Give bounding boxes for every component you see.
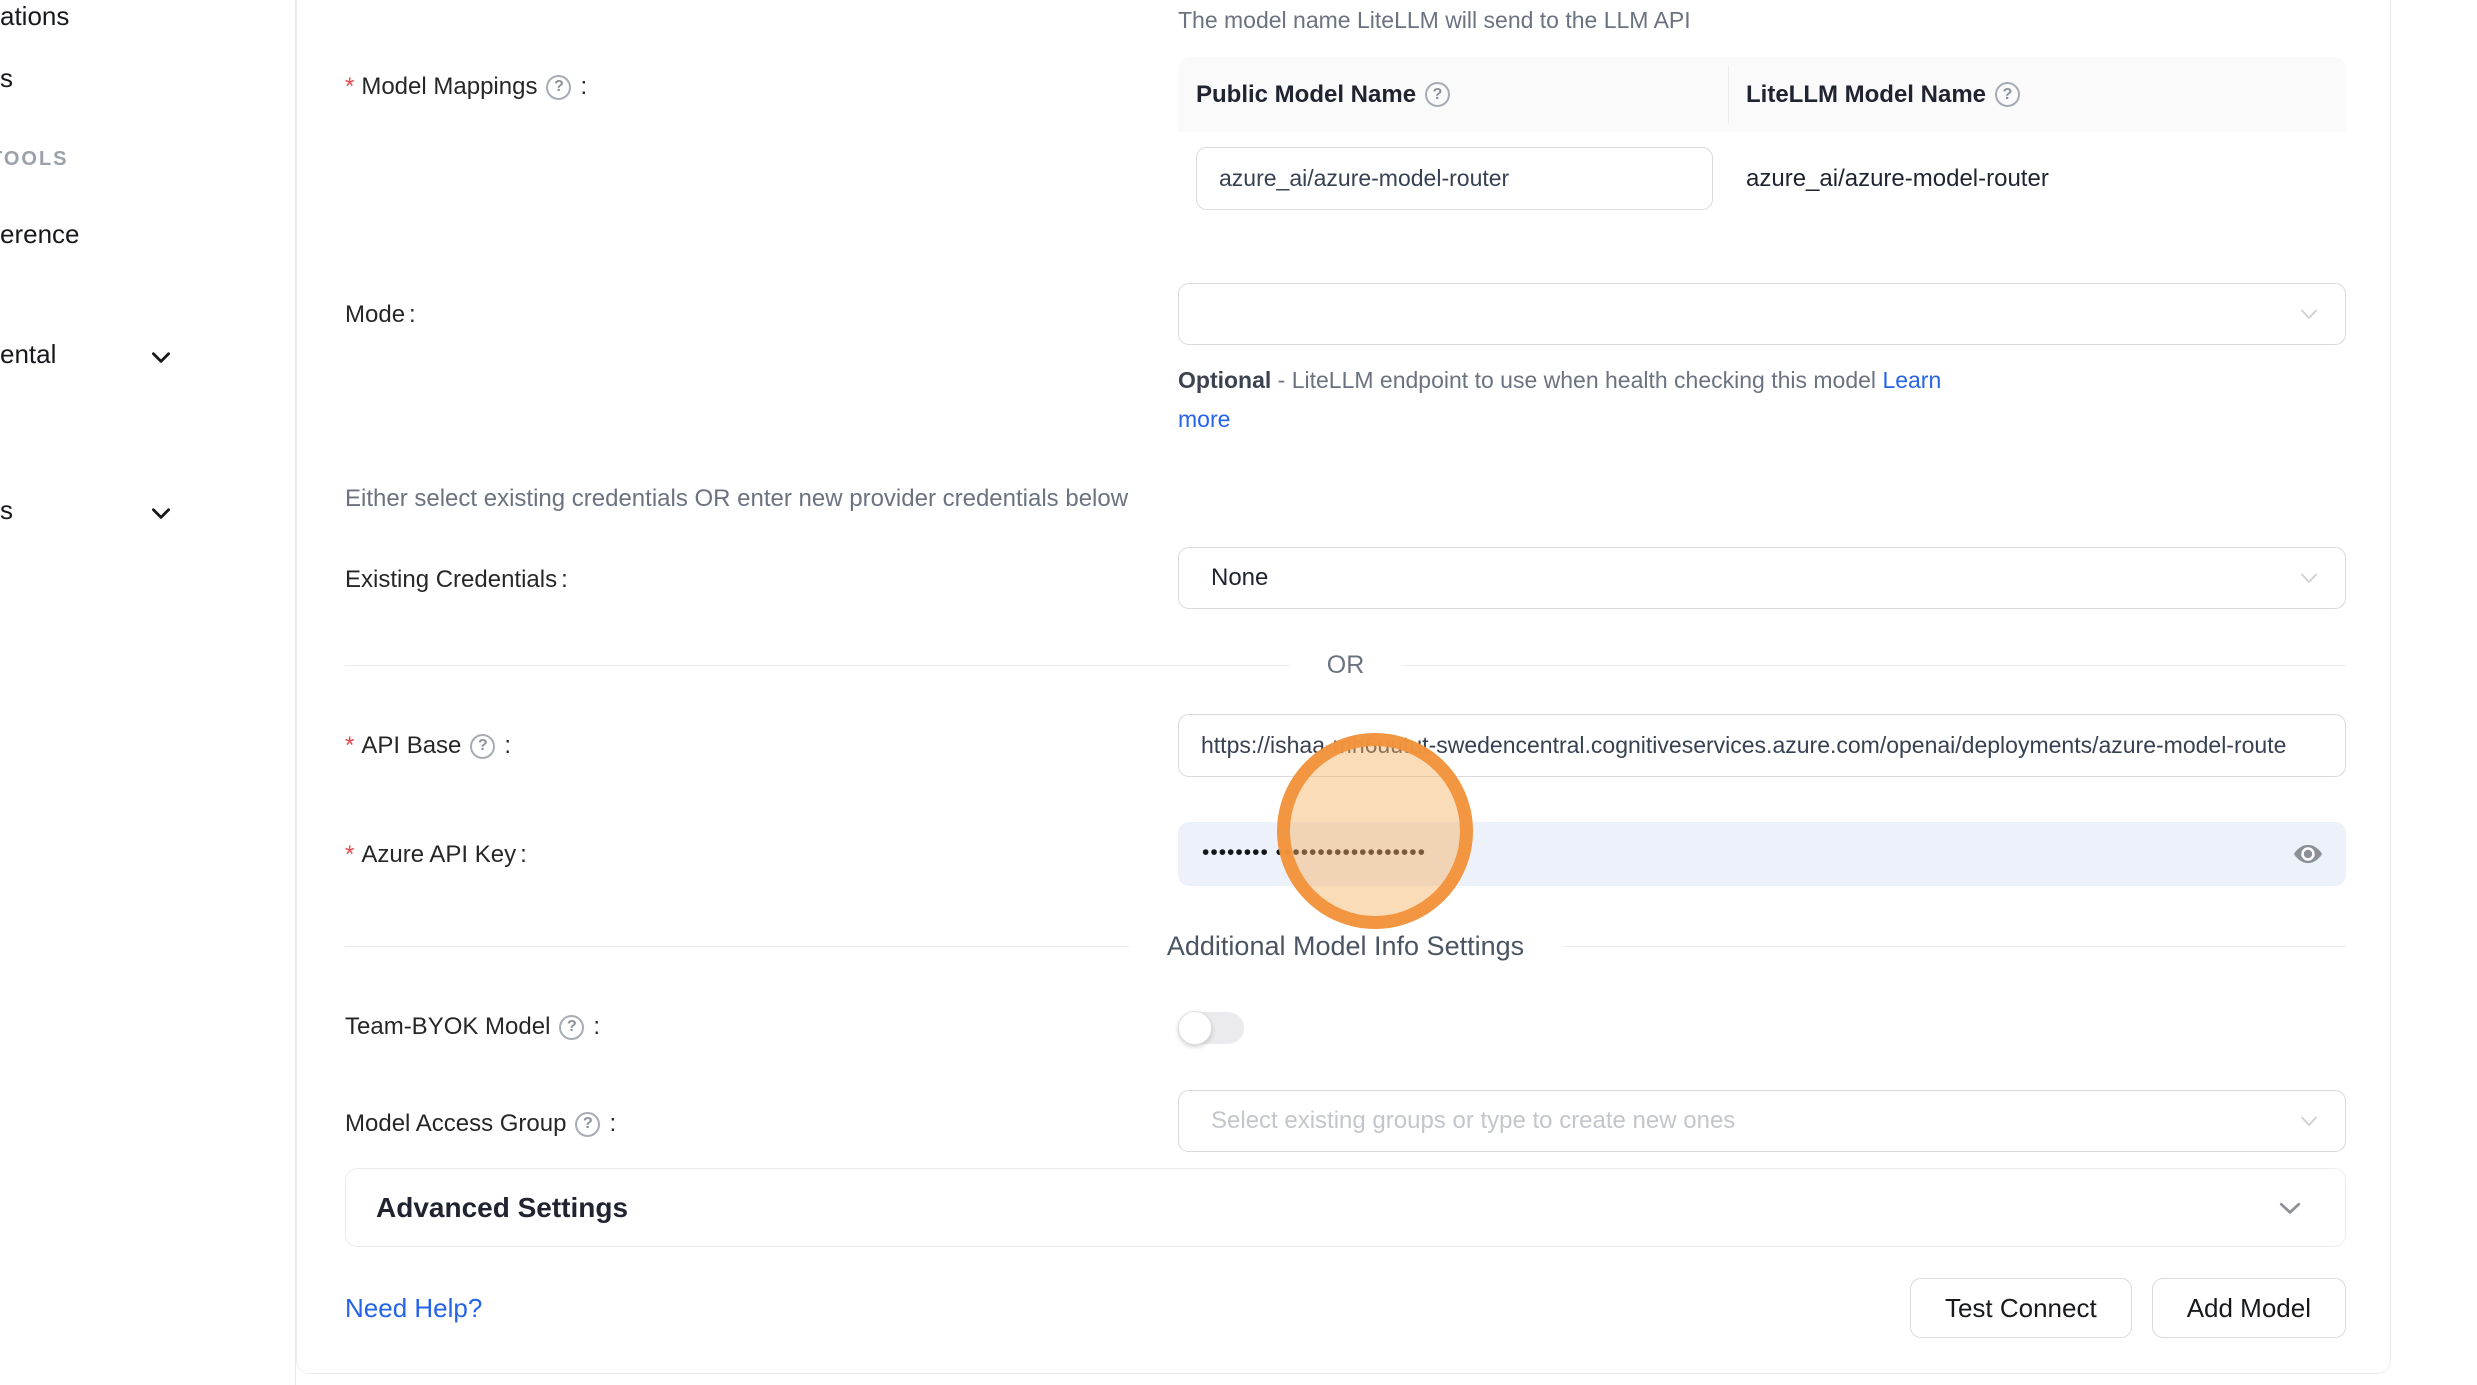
- column-header-litellm-model-name: LiteLLM Model Name ?: [1728, 81, 2346, 109]
- table-row: azure_ai/azure-model-router: [1178, 132, 2346, 228]
- model-mappings-table-header: Public Model Name ? LiteLLM Model Name ?: [1178, 57, 2346, 132]
- team-byok-toggle[interactable]: [1178, 1012, 1244, 1044]
- mode-helper-text: Optional - LiteLLM endpoint to use when …: [1178, 361, 1993, 439]
- required-mark: *: [345, 730, 354, 762]
- chevron-down-icon: [2297, 566, 2321, 590]
- chevron-down-icon: [148, 500, 174, 526]
- api-base-input[interactable]: [1178, 714, 2346, 777]
- help-icon[interactable]: ?: [559, 1015, 584, 1040]
- additional-settings-divider: Additional Model Info Settings: [345, 931, 2346, 961]
- sidebar-item-s2[interactable]: s: [0, 494, 13, 526]
- add-model-form-card: The model name LiteLLM will send to the …: [296, 0, 2391, 1374]
- model-access-group-label: Model Access Group ? :: [345, 1108, 616, 1140]
- required-mark: *: [345, 839, 354, 871]
- help-icon[interactable]: ?: [575, 1112, 600, 1137]
- test-connect-button[interactable]: Test Connect: [1910, 1278, 2132, 1338]
- api-base-label: * API Base ? :: [345, 730, 511, 762]
- mode-label: Mode :: [345, 299, 416, 331]
- litellm-model-name-value: azure_ai/azure-model-router: [1728, 165, 2346, 193]
- add-model-button[interactable]: Add Model: [2152, 1278, 2346, 1338]
- sidebar-section-tools: TOOLS: [0, 146, 69, 172]
- sidebar-item-s1[interactable]: s: [0, 62, 13, 94]
- chevron-down-icon: [2275, 1193, 2305, 1223]
- credentials-note: Either select existing credentials OR en…: [345, 484, 1128, 514]
- additional-settings-divider-text: Additional Model Info Settings: [1129, 931, 1562, 962]
- help-icon[interactable]: ?: [546, 75, 571, 100]
- model-mappings-table: Public Model Name ? LiteLLM Model Name ?: [1178, 57, 2346, 228]
- toggle-knob: [1178, 1011, 1212, 1045]
- help-icon[interactable]: ?: [1995, 82, 2020, 107]
- mode-select[interactable]: [1178, 283, 2346, 345]
- required-mark: *: [345, 71, 354, 103]
- chevron-down-icon: [2297, 1109, 2321, 1133]
- existing-credentials-label: Existing Credentials :: [345, 564, 568, 596]
- model-access-group-select[interactable]: Select existing groups or type to create…: [1178, 1090, 2346, 1152]
- sidebar-item-ental[interactable]: ental: [0, 338, 56, 370]
- existing-credentials-select[interactable]: None: [1178, 547, 2346, 609]
- model-access-group-placeholder: Select existing groups or type to create…: [1211, 1107, 1735, 1135]
- advanced-settings-panel[interactable]: Advanced Settings: [345, 1168, 2346, 1247]
- model-mappings-label: * Model Mappings ? :: [345, 71, 587, 103]
- advanced-settings-title: Advanced Settings: [376, 1192, 2275, 1224]
- azure-api-key-input[interactable]: •••••••• ••••••••••••••••••: [1178, 822, 2346, 886]
- eye-icon[interactable]: [2292, 838, 2324, 870]
- need-help-link[interactable]: Need Help?: [345, 1293, 482, 1324]
- chevron-down-icon: [148, 344, 174, 370]
- or-divider: OR: [345, 651, 2346, 679]
- model-name-hint: The model name LiteLLM will send to the …: [1178, 5, 2346, 35]
- sidebar-item-erence[interactable]: erence: [0, 218, 80, 250]
- page: ations s TOOLS erence ental s The model …: [0, 0, 2477, 1385]
- or-divider-text: OR: [1289, 651, 1403, 680]
- chevron-down-icon: [2297, 302, 2321, 326]
- column-header-public-model-name: Public Model Name ?: [1178, 81, 1728, 109]
- sidebar-item-ations[interactable]: ations: [0, 0, 69, 32]
- azure-api-key-label: * Azure API Key :: [345, 839, 527, 871]
- public-model-name-input[interactable]: [1196, 147, 1713, 210]
- help-icon[interactable]: ?: [1425, 82, 1450, 107]
- sidebar: ations s TOOLS erence ental s: [0, 0, 296, 1385]
- help-icon[interactable]: ?: [470, 734, 495, 759]
- column-separator: [1728, 65, 1729, 124]
- masked-api-key-value: •••••••• ••••••••••••••••••: [1202, 842, 1426, 863]
- team-byok-label: Team-BYOK Model ? :: [345, 1011, 600, 1043]
- existing-credentials-value: None: [1211, 564, 1268, 592]
